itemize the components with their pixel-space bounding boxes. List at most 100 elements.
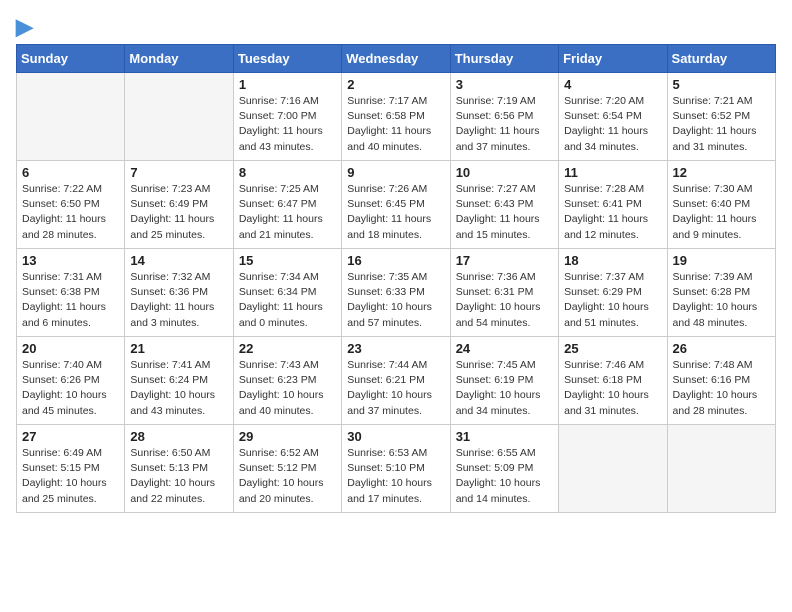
calendar-day-cell: 24Sunrise: 7:45 AMSunset: 6:19 PMDayligh…: [450, 337, 558, 425]
calendar-week-row: 6Sunrise: 7:22 AMSunset: 6:50 PMDaylight…: [17, 161, 776, 249]
calendar-week-row: 20Sunrise: 7:40 AMSunset: 6:26 PMDayligh…: [17, 337, 776, 425]
calendar-day-cell: 22 Sunrise: 7:43 AMSunset: 6:23 PMDayligh…: [233, 337, 341, 425]
day-info: Sunrise: 7:25 AMSunset: 6:47 PMDaylight:…: [239, 182, 336, 243]
day-number: 21: [130, 341, 227, 356]
calendar-day-cell: 21 Sunrise: 7:41 AMSunset: 6:24 PMDayligh…: [125, 337, 233, 425]
calendar-header-row: SundayMondayTuesdayWednesdayThursdayFrid…: [17, 45, 776, 73]
day-number: 8: [239, 165, 336, 180]
calendar-day-cell: 1Sunrise: 7:16 AMSunset: 7:00 PMDaylight…: [233, 73, 341, 161]
weekday-header: Monday: [125, 45, 233, 73]
day-number: 2: [347, 77, 444, 92]
day-info: Sunrise: 6:55 AMSunset: 5:09 PMDaylight:…: [456, 446, 553, 507]
logo: ▶: [16, 16, 33, 36]
day-info: Sunrise: 7:39 AMSunset: 6:28 PMDaylight:…: [673, 270, 770, 331]
calendar-week-row: 1Sunrise: 7:16 AMSunset: 7:00 PMDaylight…: [17, 73, 776, 161]
calendar-day-cell: 18 Sunrise: 7:37 AMSunset: 6:29 PMDayligh…: [559, 249, 667, 337]
calendar-day-cell: 23 Sunrise: 7:44 AMSunset: 6:21 PMDayligh…: [342, 337, 450, 425]
day-info: Sunrise: 7:35 AMSunset: 6:33 PMDaylight:…: [347, 270, 444, 331]
day-number: 23: [347, 341, 444, 356]
day-info: Sunrise: 7:21 AMSunset: 6:52 PMDaylight:…: [673, 94, 770, 155]
day-number: 14: [130, 253, 227, 268]
calendar-day-cell: 19 Sunrise: 7:39 AMSunset: 6:28 PMDayligh…: [667, 249, 775, 337]
day-info: Sunrise: 7:45 AMSunset: 6:19 PMDaylight:…: [456, 358, 553, 419]
calendar-day-cell: 7 Sunrise: 7:23 AMSunset: 6:49 PMDaylight…: [125, 161, 233, 249]
weekday-header: Saturday: [667, 45, 775, 73]
day-info: Sunrise: 7:41 AMSunset: 6:24 PMDaylight:…: [130, 358, 227, 419]
day-info: Sunrise: 7:27 AMSunset: 6:43 PMDaylight:…: [456, 182, 553, 243]
calendar-day-cell: 13 Sunrise: 7:31 AMSunset: 6:38 PMDayligh…: [17, 249, 125, 337]
day-info: Sunrise: 7:36 AMSunset: 6:31 PMDaylight:…: [456, 270, 553, 331]
calendar-day-cell: 14Sunrise: 7:32 AMSunset: 6:36 PMDayligh…: [125, 249, 233, 337]
day-info: Sunrise: 7:28 AMSunset: 6:41 PMDaylight:…: [564, 182, 661, 243]
calendar-day-cell: 8 Sunrise: 7:25 AMSunset: 6:47 PMDaylight…: [233, 161, 341, 249]
weekday-header: Tuesday: [233, 45, 341, 73]
day-info: Sunrise: 7:17 AMSunset: 6:58 PMDaylight:…: [347, 94, 444, 155]
calendar-day-cell: 28 Sunrise: 6:50 AMSunset: 5:13 PMDayligh…: [125, 425, 233, 513]
day-info: Sunrise: 7:48 AMSunset: 6:16 PMDaylight:…: [673, 358, 770, 419]
calendar-day-cell: 6Sunrise: 7:22 AMSunset: 6:50 PMDaylight…: [17, 161, 125, 249]
calendar-day-cell: 26 Sunrise: 7:48 AMSunset: 6:16 PMDayligh…: [667, 337, 775, 425]
day-info: Sunrise: 7:20 AMSunset: 6:54 PMDaylight:…: [564, 94, 661, 155]
day-info: Sunrise: 7:19 AMSunset: 6:56 PMDaylight:…: [456, 94, 553, 155]
day-info: Sunrise: 7:31 AMSunset: 6:38 PMDaylight:…: [22, 270, 119, 331]
weekday-header: Thursday: [450, 45, 558, 73]
day-info: Sunrise: 7:37 AMSunset: 6:29 PMDaylight:…: [564, 270, 661, 331]
day-number: 29: [239, 429, 336, 444]
calendar-day-cell: 9 Sunrise: 7:26 AMSunset: 6:45 PMDaylight…: [342, 161, 450, 249]
weekday-header: Sunday: [17, 45, 125, 73]
calendar-day-cell: 11Sunrise: 7:28 AMSunset: 6:41 PMDayligh…: [559, 161, 667, 249]
day-number: 9: [347, 165, 444, 180]
calendar-day-cell: 25 Sunrise: 7:46 AMSunset: 6:18 PMDayligh…: [559, 337, 667, 425]
calendar-day-cell: [667, 425, 775, 513]
day-info: Sunrise: 6:52 AMSunset: 5:12 PMDaylight:…: [239, 446, 336, 507]
day-number: 3: [456, 77, 553, 92]
calendar-week-row: 27Sunrise: 6:49 AMSunset: 5:15 PMDayligh…: [17, 425, 776, 513]
day-info: Sunrise: 7:30 AMSunset: 6:40 PMDaylight:…: [673, 182, 770, 243]
calendar-day-cell: 17 Sunrise: 7:36 AMSunset: 6:31 PMDayligh…: [450, 249, 558, 337]
day-number: 18: [564, 253, 661, 268]
calendar-day-cell: 3 Sunrise: 7:19 AMSunset: 6:56 PMDaylight…: [450, 73, 558, 161]
calendar-day-cell: [559, 425, 667, 513]
calendar-day-cell: 30Sunrise: 6:53 AMSunset: 5:10 PMDayligh…: [342, 425, 450, 513]
calendar-day-cell: 27Sunrise: 6:49 AMSunset: 5:15 PMDayligh…: [17, 425, 125, 513]
day-number: 7: [130, 165, 227, 180]
day-info: Sunrise: 7:44 AMSunset: 6:21 PMDaylight:…: [347, 358, 444, 419]
weekday-header: Wednesday: [342, 45, 450, 73]
logo-general: ▶: [16, 16, 33, 38]
day-number: 16: [347, 253, 444, 268]
calendar-day-cell: [125, 73, 233, 161]
day-info: Sunrise: 7:26 AMSunset: 6:45 PMDaylight:…: [347, 182, 444, 243]
day-number: 10: [456, 165, 553, 180]
day-number: 22: [239, 341, 336, 356]
calendar-day-cell: 31 Sunrise: 6:55 AMSunset: 5:09 PMDayligh…: [450, 425, 558, 513]
calendar-day-cell: 5 Sunrise: 7:21 AMSunset: 6:52 PMDaylight…: [667, 73, 775, 161]
day-number: 12: [673, 165, 770, 180]
day-info: Sunrise: 7:22 AMSunset: 6:50 PMDaylight:…: [22, 182, 119, 243]
day-info: Sunrise: 7:34 AMSunset: 6:34 PMDaylight:…: [239, 270, 336, 331]
day-number: 17: [456, 253, 553, 268]
calendar-day-cell: 2 Sunrise: 7:17 AMSunset: 6:58 PMDaylight…: [342, 73, 450, 161]
calendar-day-cell: 29 Sunrise: 6:52 AMSunset: 5:12 PMDayligh…: [233, 425, 341, 513]
page-header: ▶: [16, 16, 776, 36]
day-info: Sunrise: 7:23 AMSunset: 6:49 PMDaylight:…: [130, 182, 227, 243]
calendar-day-cell: 20Sunrise: 7:40 AMSunset: 6:26 PMDayligh…: [17, 337, 125, 425]
day-info: Sunrise: 7:43 AMSunset: 6:23 PMDaylight:…: [239, 358, 336, 419]
day-number: 20: [22, 341, 119, 356]
day-number: 28: [130, 429, 227, 444]
day-number: 31: [456, 429, 553, 444]
calendar-day-cell: 4 Sunrise: 7:20 AMSunset: 6:54 PMDaylight…: [559, 73, 667, 161]
day-number: 19: [673, 253, 770, 268]
calendar-week-row: 13 Sunrise: 7:31 AMSunset: 6:38 PMDayligh…: [17, 249, 776, 337]
day-number: 26: [673, 341, 770, 356]
day-number: 25: [564, 341, 661, 356]
calendar-table: SundayMondayTuesdayWednesdayThursdayFrid…: [16, 44, 776, 513]
day-info: Sunrise: 7:46 AMSunset: 6:18 PMDaylight:…: [564, 358, 661, 419]
day-info: Sunrise: 6:50 AMSunset: 5:13 PMDaylight:…: [130, 446, 227, 507]
calendar-day-cell: 16 Sunrise: 7:35 AMSunset: 6:33 PMDayligh…: [342, 249, 450, 337]
calendar-day-cell: 15Sunrise: 7:34 AMSunset: 6:34 PMDayligh…: [233, 249, 341, 337]
day-number: 5: [673, 77, 770, 92]
day-number: 4: [564, 77, 661, 92]
calendar-day-cell: 10 Sunrise: 7:27 AMSunset: 6:43 PMDayligh…: [450, 161, 558, 249]
day-number: 13: [22, 253, 119, 268]
day-info: Sunrise: 7:16 AMSunset: 7:00 PMDaylight:…: [239, 94, 336, 155]
